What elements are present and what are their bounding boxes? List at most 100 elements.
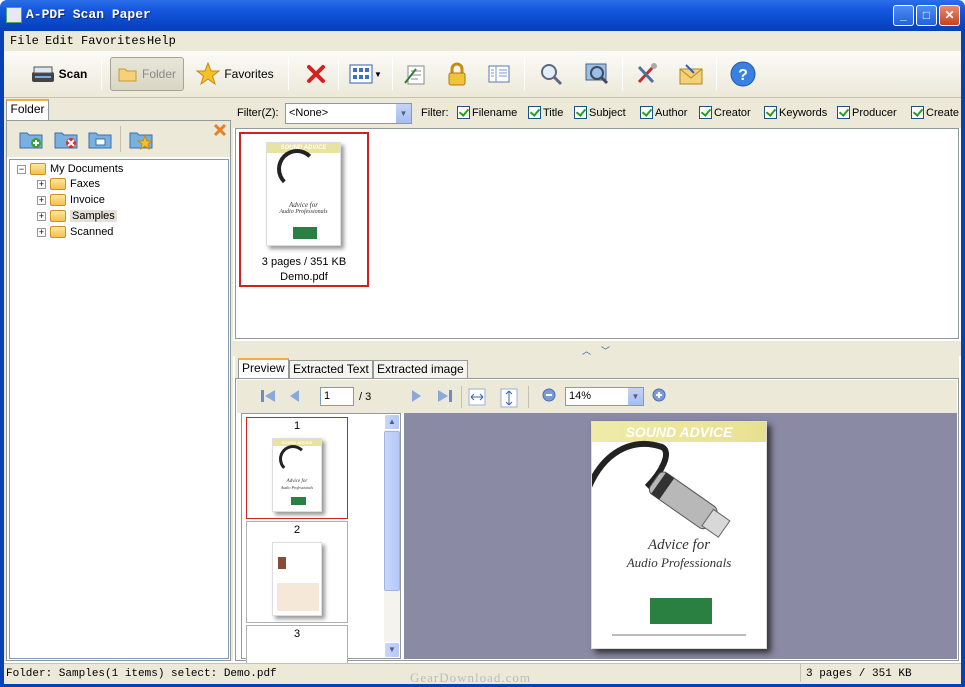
checkbox-label: Creator xyxy=(714,106,751,119)
menu-help[interactable]: Help xyxy=(147,34,176,48)
filter-checkbox-title[interactable]: Title xyxy=(528,106,563,119)
thumbnail-pane: 1 SOUND ADVICE Advice for Audio Professi… xyxy=(241,413,401,665)
fit-height-button[interactable] xyxy=(500,388,518,411)
page-number-input[interactable]: 1 xyxy=(320,387,354,406)
rename-folder-button[interactable] xyxy=(88,127,112,151)
tab-preview[interactable]: Preview xyxy=(238,358,289,379)
nav-separator xyxy=(461,386,462,408)
tree-label: Samples xyxy=(70,210,117,222)
menu-edit[interactable]: Edit xyxy=(45,34,74,48)
prev-page-button[interactable] xyxy=(288,388,300,407)
security-button[interactable] xyxy=(440,57,474,91)
maximize-button[interactable]: □ xyxy=(916,5,937,26)
doc-title-line1: Advice for xyxy=(289,201,318,209)
filter-checkbox-subject[interactable]: Subject xyxy=(574,106,626,119)
page-viewer[interactable]: SOUND ADVICE Advice for Audio Profession… xyxy=(404,413,957,659)
zoom-out-button[interactable] xyxy=(542,388,556,405)
remove-folder-button[interactable] xyxy=(54,127,78,151)
last-page-button[interactable] xyxy=(437,388,453,407)
chevron-down-icon[interactable]: ▼ xyxy=(395,104,411,123)
toolbar-separator xyxy=(392,58,393,90)
page-2-preview xyxy=(272,542,322,616)
checkbox-checked-icon[interactable] xyxy=(457,106,470,119)
file-item-selected[interactable]: SOUND ADVICE Advice for Audio Profession… xyxy=(239,132,369,287)
collapse-icon[interactable]: − xyxy=(17,164,26,174)
checkbox-checked-icon[interactable] xyxy=(837,106,850,119)
tree-item-invoice[interactable]: + Invoice xyxy=(37,194,105,206)
expand-icon[interactable]: + xyxy=(37,195,46,205)
thumbnail-page-2[interactable]: 2 xyxy=(246,521,348,623)
thumbnail-page-1[interactable]: 1 SOUND ADVICE Advice for Audio Professi… xyxy=(246,417,348,519)
expand-icon[interactable]: + xyxy=(37,211,46,221)
tree-item-samples[interactable]: + Samples xyxy=(37,210,117,222)
search-button[interactable] xyxy=(534,57,568,91)
toolbar-separator xyxy=(101,58,102,90)
layout-button[interactable] xyxy=(482,57,516,91)
checkbox-checked-icon[interactable] xyxy=(574,106,587,119)
tab-extracted-text[interactable]: Extracted Text xyxy=(289,360,373,379)
filter-select[interactable]: <None> ▼ xyxy=(285,103,412,124)
checkbox-checked-icon[interactable] xyxy=(764,106,777,119)
app-icon xyxy=(6,7,22,23)
filter-checkbox-author[interactable]: Author xyxy=(640,106,687,119)
scroll-down-icon[interactable]: ▼ xyxy=(384,642,400,658)
filter-checkbox-creator[interactable]: Creator xyxy=(699,106,751,119)
folder-icon xyxy=(50,226,66,238)
filter-checkbox-keywords[interactable]: Keywords xyxy=(764,106,827,119)
folder-icon xyxy=(30,163,46,175)
checkbox-checked-icon[interactable] xyxy=(640,106,653,119)
checkbox-label: Author xyxy=(655,106,688,119)
tab-extracted-image[interactable]: Extracted image xyxy=(373,360,468,379)
scrollbar-thumb[interactable] xyxy=(384,431,400,591)
thumbnail-scrollbar[interactable]: ▲ ▼ xyxy=(384,414,400,658)
zoom-in-button[interactable] xyxy=(652,388,666,405)
filter-checkbox-filename[interactable]: Filename xyxy=(457,106,517,119)
fit-width-button[interactable] xyxy=(468,388,486,409)
favorite-folder-button[interactable] xyxy=(129,127,154,151)
help-button[interactable]: ? xyxy=(726,57,760,91)
cable-image xyxy=(277,149,317,189)
expand-icon[interactable]: + xyxy=(37,179,46,189)
view-mode-button[interactable]: ▼ xyxy=(345,57,385,91)
first-page-button[interactable] xyxy=(260,388,276,407)
thumbnail-page-3[interactable]: 3 xyxy=(246,625,348,665)
doc-title-line1: Advice for xyxy=(647,537,711,553)
expand-icon[interactable]: + xyxy=(37,227,46,237)
zoom-button[interactable] xyxy=(580,57,614,91)
favorites-button[interactable]: Favorites xyxy=(194,57,276,91)
menu-favorites[interactable]: Favorites xyxy=(81,34,146,48)
tree-item-faxes[interactable]: + Faxes xyxy=(37,178,100,190)
tree-item-scanned[interactable]: + Scanned xyxy=(37,226,113,238)
checkbox-checked-icon[interactable] xyxy=(699,106,712,119)
menu-file[interactable]: File xyxy=(10,34,39,48)
folder-button[interactable]: Folder xyxy=(110,57,184,91)
close-button[interactable]: ✕ xyxy=(939,5,960,26)
filter-label: Filter(Z): xyxy=(237,107,279,119)
filter-checkbox-producer[interactable]: Producer xyxy=(837,106,897,119)
tools-button[interactable] xyxy=(630,57,664,91)
delete-button[interactable] xyxy=(300,57,332,91)
email-button[interactable] xyxy=(674,57,708,91)
panel-splitter[interactable] xyxy=(233,341,961,356)
checkbox-checked-icon[interactable] xyxy=(528,106,541,119)
add-folder-button[interactable] xyxy=(19,127,43,151)
close-panel-button[interactable] xyxy=(212,122,228,138)
chevron-down-icon[interactable]: ▼ xyxy=(627,388,643,405)
zoom-select[interactable]: 14% ▼ xyxy=(565,387,644,406)
page-render: SOUND ADVICE Advice for Audio Profession… xyxy=(591,421,767,649)
star-icon xyxy=(195,61,221,86)
document-thumbnail: SOUND ADVICE Advice for Audio Profession… xyxy=(266,142,341,246)
status-separator xyxy=(800,664,801,682)
tree-item-my-documents[interactable]: − My Documents xyxy=(17,163,123,175)
next-page-button[interactable] xyxy=(411,388,423,407)
filter-fields-label: Filter: xyxy=(421,107,449,119)
checkbox-label: Create xyxy=(926,106,960,119)
properties-button[interactable] xyxy=(398,57,432,91)
filter-checkbox-create[interactable]: Create xyxy=(911,106,961,119)
scan-button[interactable]: Scan xyxy=(26,57,92,91)
tab-folder[interactable]: Folder xyxy=(6,99,49,120)
svg-text:?: ? xyxy=(738,67,748,84)
minimize-button[interactable]: _ xyxy=(893,5,914,26)
scroll-up-icon[interactable]: ▲ xyxy=(384,414,400,430)
checkbox-checked-icon[interactable] xyxy=(911,106,924,119)
